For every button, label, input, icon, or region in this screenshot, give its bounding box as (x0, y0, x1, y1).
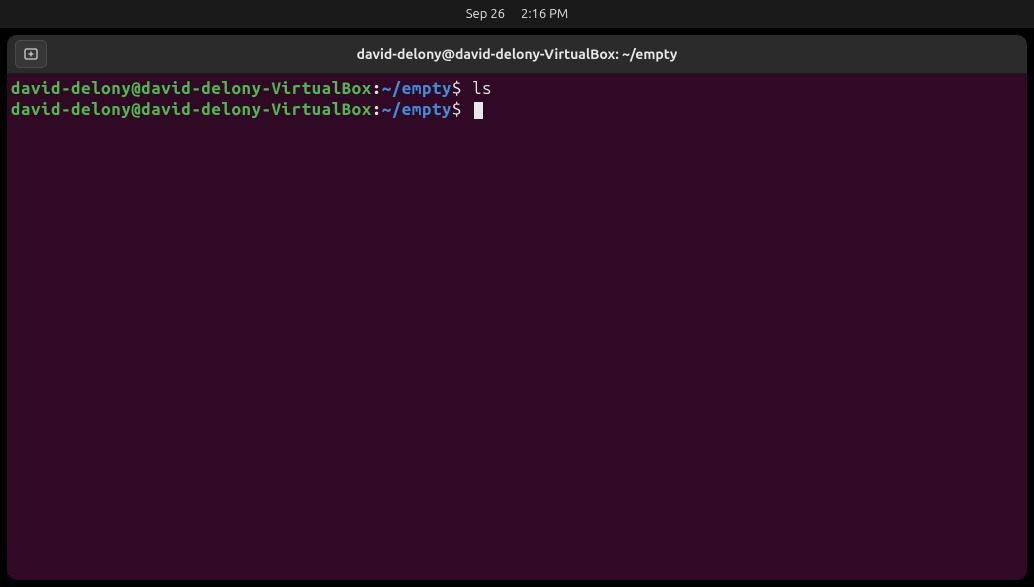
window-title: david-delony@david-delony-VirtualBox: ~/… (357, 46, 678, 62)
new-tab-button[interactable] (15, 40, 47, 68)
terminal-line: david-delony@david-delony-VirtualBox:~/e… (11, 78, 1023, 99)
terminal-line: david-delony@david-delony-VirtualBox:~/e… (11, 99, 1023, 120)
prompt-dollar: $ (452, 100, 472, 119)
terminal-body[interactable]: david-delony@david-delony-VirtualBox:~/e… (7, 74, 1027, 125)
topbar-time: 2:16 PM (521, 7, 568, 21)
prompt-dollar: $ (452, 79, 472, 98)
gnome-top-bar[interactable]: Sep 26 2:16 PM (0, 0, 1034, 28)
command-text: ls (472, 79, 492, 98)
prompt-path: ~/empty (382, 100, 452, 119)
terminal-window: david-delony@david-delony-VirtualBox: ~/… (7, 35, 1027, 580)
prompt-user-host: david-delony@david-delony-VirtualBox (11, 100, 372, 119)
window-titlebar[interactable]: david-delony@david-delony-VirtualBox: ~/… (7, 35, 1027, 74)
terminal-cursor (474, 102, 483, 119)
prompt-user-host: david-delony@david-delony-VirtualBox (11, 79, 372, 98)
prompt-path: ~/empty (382, 79, 452, 98)
prompt-colon: : (372, 79, 382, 98)
new-tab-icon (23, 46, 39, 62)
topbar-date: Sep 26 (466, 7, 505, 21)
prompt-colon: : (372, 100, 382, 119)
